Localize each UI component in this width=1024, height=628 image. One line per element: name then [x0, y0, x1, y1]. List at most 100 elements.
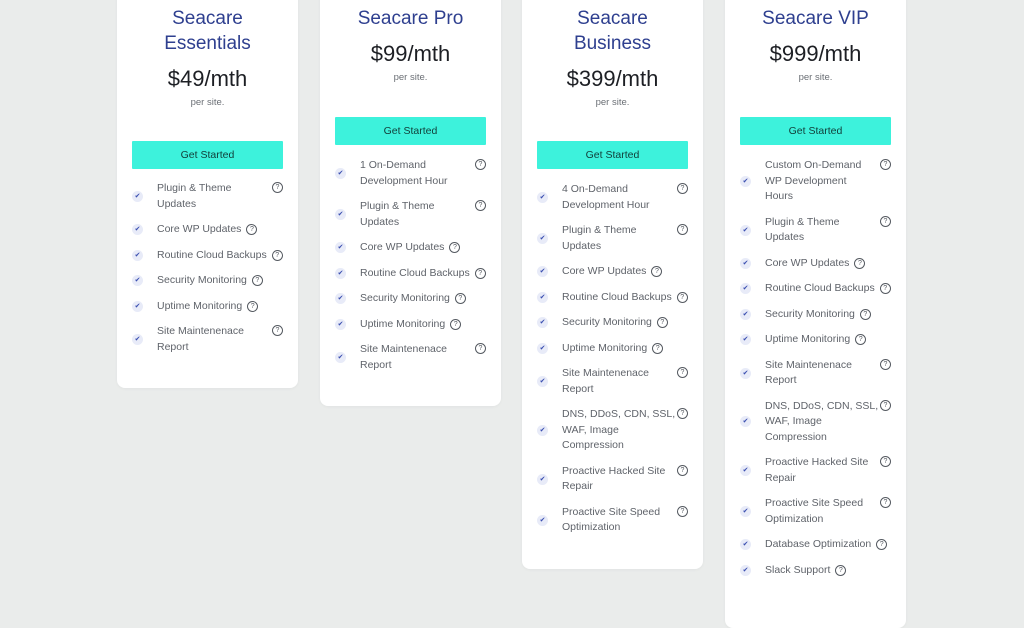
help-circle-icon[interactable]: ?	[656, 317, 668, 328]
feature-label: Site Maintenenace Report	[562, 367, 649, 395]
feature-label: Custom On-Demand WP Development Hours	[765, 159, 862, 202]
plan-name: Seacare Pro	[357, 8, 464, 29]
price-period: per site.	[595, 97, 630, 108]
feature-label: Uptime Monitoring?	[765, 332, 867, 348]
feature-label: Core WP Updates?	[157, 222, 258, 238]
help-circle-icon[interactable]: ?	[449, 242, 461, 253]
help-circle-icon[interactable]: ?	[880, 497, 891, 508]
feature-item: ✔ Site Maintenenace Report?	[320, 342, 501, 373]
feature-item: ✔ Security Monitoring?	[522, 315, 703, 331]
pricing-card: Seacare Essentials $49/mth per site. Get Sta…	[117, 0, 298, 388]
help-circle-icon[interactable]: ?	[450, 318, 462, 330]
help-circle-icon[interactable]: ?	[247, 300, 259, 312]
get-started-button[interactable]: Get Started	[537, 141, 688, 169]
feature-label: Slack Support?	[765, 563, 847, 579]
feature-label: Security Monitoring?	[157, 273, 263, 289]
help-circle-icon[interactable]: ?	[475, 159, 486, 170]
feature-label: Site Maintenenace Report	[360, 343, 447, 371]
help-circle-icon[interactable]: ?	[677, 464, 688, 476]
help-circle-icon[interactable]: ?	[677, 224, 688, 235]
help-circle-icon[interactable]: ?	[880, 399, 891, 411]
help-circle-icon[interactable]: ?	[835, 564, 847, 576]
feature-label: Site Maintenenace Report	[765, 358, 852, 387]
help-circle-icon[interactable]: ?	[677, 505, 688, 517]
feature-item: ✔ Security Monitoring?	[320, 291, 501, 307]
help-circle-icon[interactable]: ?	[271, 249, 283, 261]
check-icon: ✔	[537, 424, 548, 436]
feature-label: Database Optimization?	[765, 537, 888, 553]
feature-item: ✔ Proactive Hacked Site Repair?	[522, 464, 703, 495]
feature-label: 1 On-Demand Development Hour	[360, 159, 448, 187]
get-started-button[interactable]: Get Started	[335, 117, 486, 145]
check-icon: ✔	[132, 334, 143, 345]
check-icon: ✔	[537, 192, 548, 203]
help-circle-icon[interactable]: ?	[454, 293, 466, 304]
check-icon: ✔	[132, 224, 143, 236]
feature-label: Proactive Hacked Site Repair	[765, 456, 869, 484]
feature-item: ✔ DNS, DDoS, CDN, SSL, WAF, Image Compressi…	[522, 407, 703, 454]
help-circle-icon[interactable]: ?	[880, 215, 891, 227]
price-period: per site.	[190, 97, 225, 108]
check-icon: ✔	[132, 249, 143, 261]
help-circle-icon[interactable]: ?	[677, 183, 688, 194]
check-icon: ✔	[335, 267, 346, 279]
help-circle-icon[interactable]: ?	[651, 266, 663, 277]
feature-item: ✔ Routine Cloud Backups?	[117, 248, 298, 264]
help-circle-icon[interactable]: ?	[475, 200, 486, 211]
help-circle-icon[interactable]: ?	[246, 224, 258, 235]
help-circle-icon[interactable]: ?	[272, 182, 283, 193]
check-icon: ✔	[740, 367, 751, 379]
help-circle-icon[interactable]: ?	[879, 283, 891, 294]
feature-label: Routine Cloud Backups?	[157, 248, 283, 264]
get-started-button[interactable]: Get Started	[132, 141, 283, 169]
pricing-card: Seacare Pro $99/mth per site. Get Started ✔ 1…	[320, 0, 501, 406]
check-icon: ✔	[537, 291, 548, 303]
check-icon: ✔	[740, 564, 751, 576]
feature-label: Routine Cloud Backups?	[562, 290, 688, 306]
help-circle-icon[interactable]: ?	[880, 358, 891, 370]
help-circle-icon[interactable]: ?	[251, 275, 263, 286]
help-circle-icon[interactable]: ?	[854, 257, 866, 269]
help-circle-icon[interactable]: ?	[652, 342, 664, 354]
feature-item: ✔ Uptime Monitoring?	[725, 332, 906, 348]
plan-price: $49/mth	[167, 66, 248, 91]
plan-price: $999/mth	[769, 41, 862, 66]
feature-label: Plugin & Theme Updates	[360, 200, 435, 228]
feature-item: ✔ Plugin & Theme Updates?	[320, 199, 501, 230]
help-circle-icon[interactable]: ?	[880, 159, 891, 170]
help-circle-icon[interactable]: ?	[880, 456, 891, 467]
help-circle-icon[interactable]: ?	[876, 539, 888, 550]
feature-item: ✔ Slack Support?	[725, 563, 906, 579]
feature-item: ✔ 4 On-Demand Development Hour?	[522, 182, 703, 213]
help-circle-icon[interactable]: ?	[859, 308, 871, 320]
feature-label: Proactive Site Speed Optimization	[765, 497, 864, 525]
plan-name: Seacare Business	[573, 8, 652, 54]
feature-item: ✔ Security Monitoring?	[117, 273, 298, 289]
feature-list: ✔ 1 On-Demand Development Hour? ✔ Plugin & T…	[320, 158, 501, 383]
feature-label: Proactive Site Speed Optimization	[562, 505, 661, 534]
feature-list: ✔ 4 On-Demand Development Hour? ✔ Plugin & T…	[522, 182, 703, 546]
help-circle-icon[interactable]: ?	[855, 334, 867, 345]
pricing-card: Seacare Business $399/mth per site. Get Star…	[522, 0, 703, 569]
help-circle-icon[interactable]: ?	[676, 291, 688, 303]
help-circle-icon[interactable]: ?	[474, 267, 486, 279]
check-icon: ✔	[740, 257, 751, 269]
check-icon: ✔	[740, 539, 751, 551]
get-started-button[interactable]: Get Started	[740, 117, 891, 145]
plan-price: $99/mth	[370, 41, 451, 66]
help-circle-icon[interactable]: ?	[272, 325, 283, 336]
help-circle-icon[interactable]: ?	[677, 367, 688, 378]
check-icon: ✔	[335, 242, 346, 254]
feature-label: Security Monitoring?	[360, 291, 466, 307]
feature-label: Routine Cloud Backups?	[360, 266, 486, 282]
check-icon: ✔	[740, 416, 751, 428]
feature-item: ✔ Site Maintenenace Report?	[522, 366, 703, 397]
feature-item: ✔ Custom On-Demand WP Development Hours?	[725, 158, 906, 205]
check-icon: ✔	[740, 334, 751, 346]
feature-item: ✔ Database Optimization?	[725, 537, 906, 553]
feature-label: Core WP Updates?	[765, 256, 866, 272]
help-circle-icon[interactable]: ?	[475, 343, 486, 354]
plan-price: $399/mth	[566, 66, 659, 91]
help-circle-icon[interactable]: ?	[677, 408, 688, 419]
feature-label: Proactive Hacked Site Repair	[562, 464, 666, 493]
